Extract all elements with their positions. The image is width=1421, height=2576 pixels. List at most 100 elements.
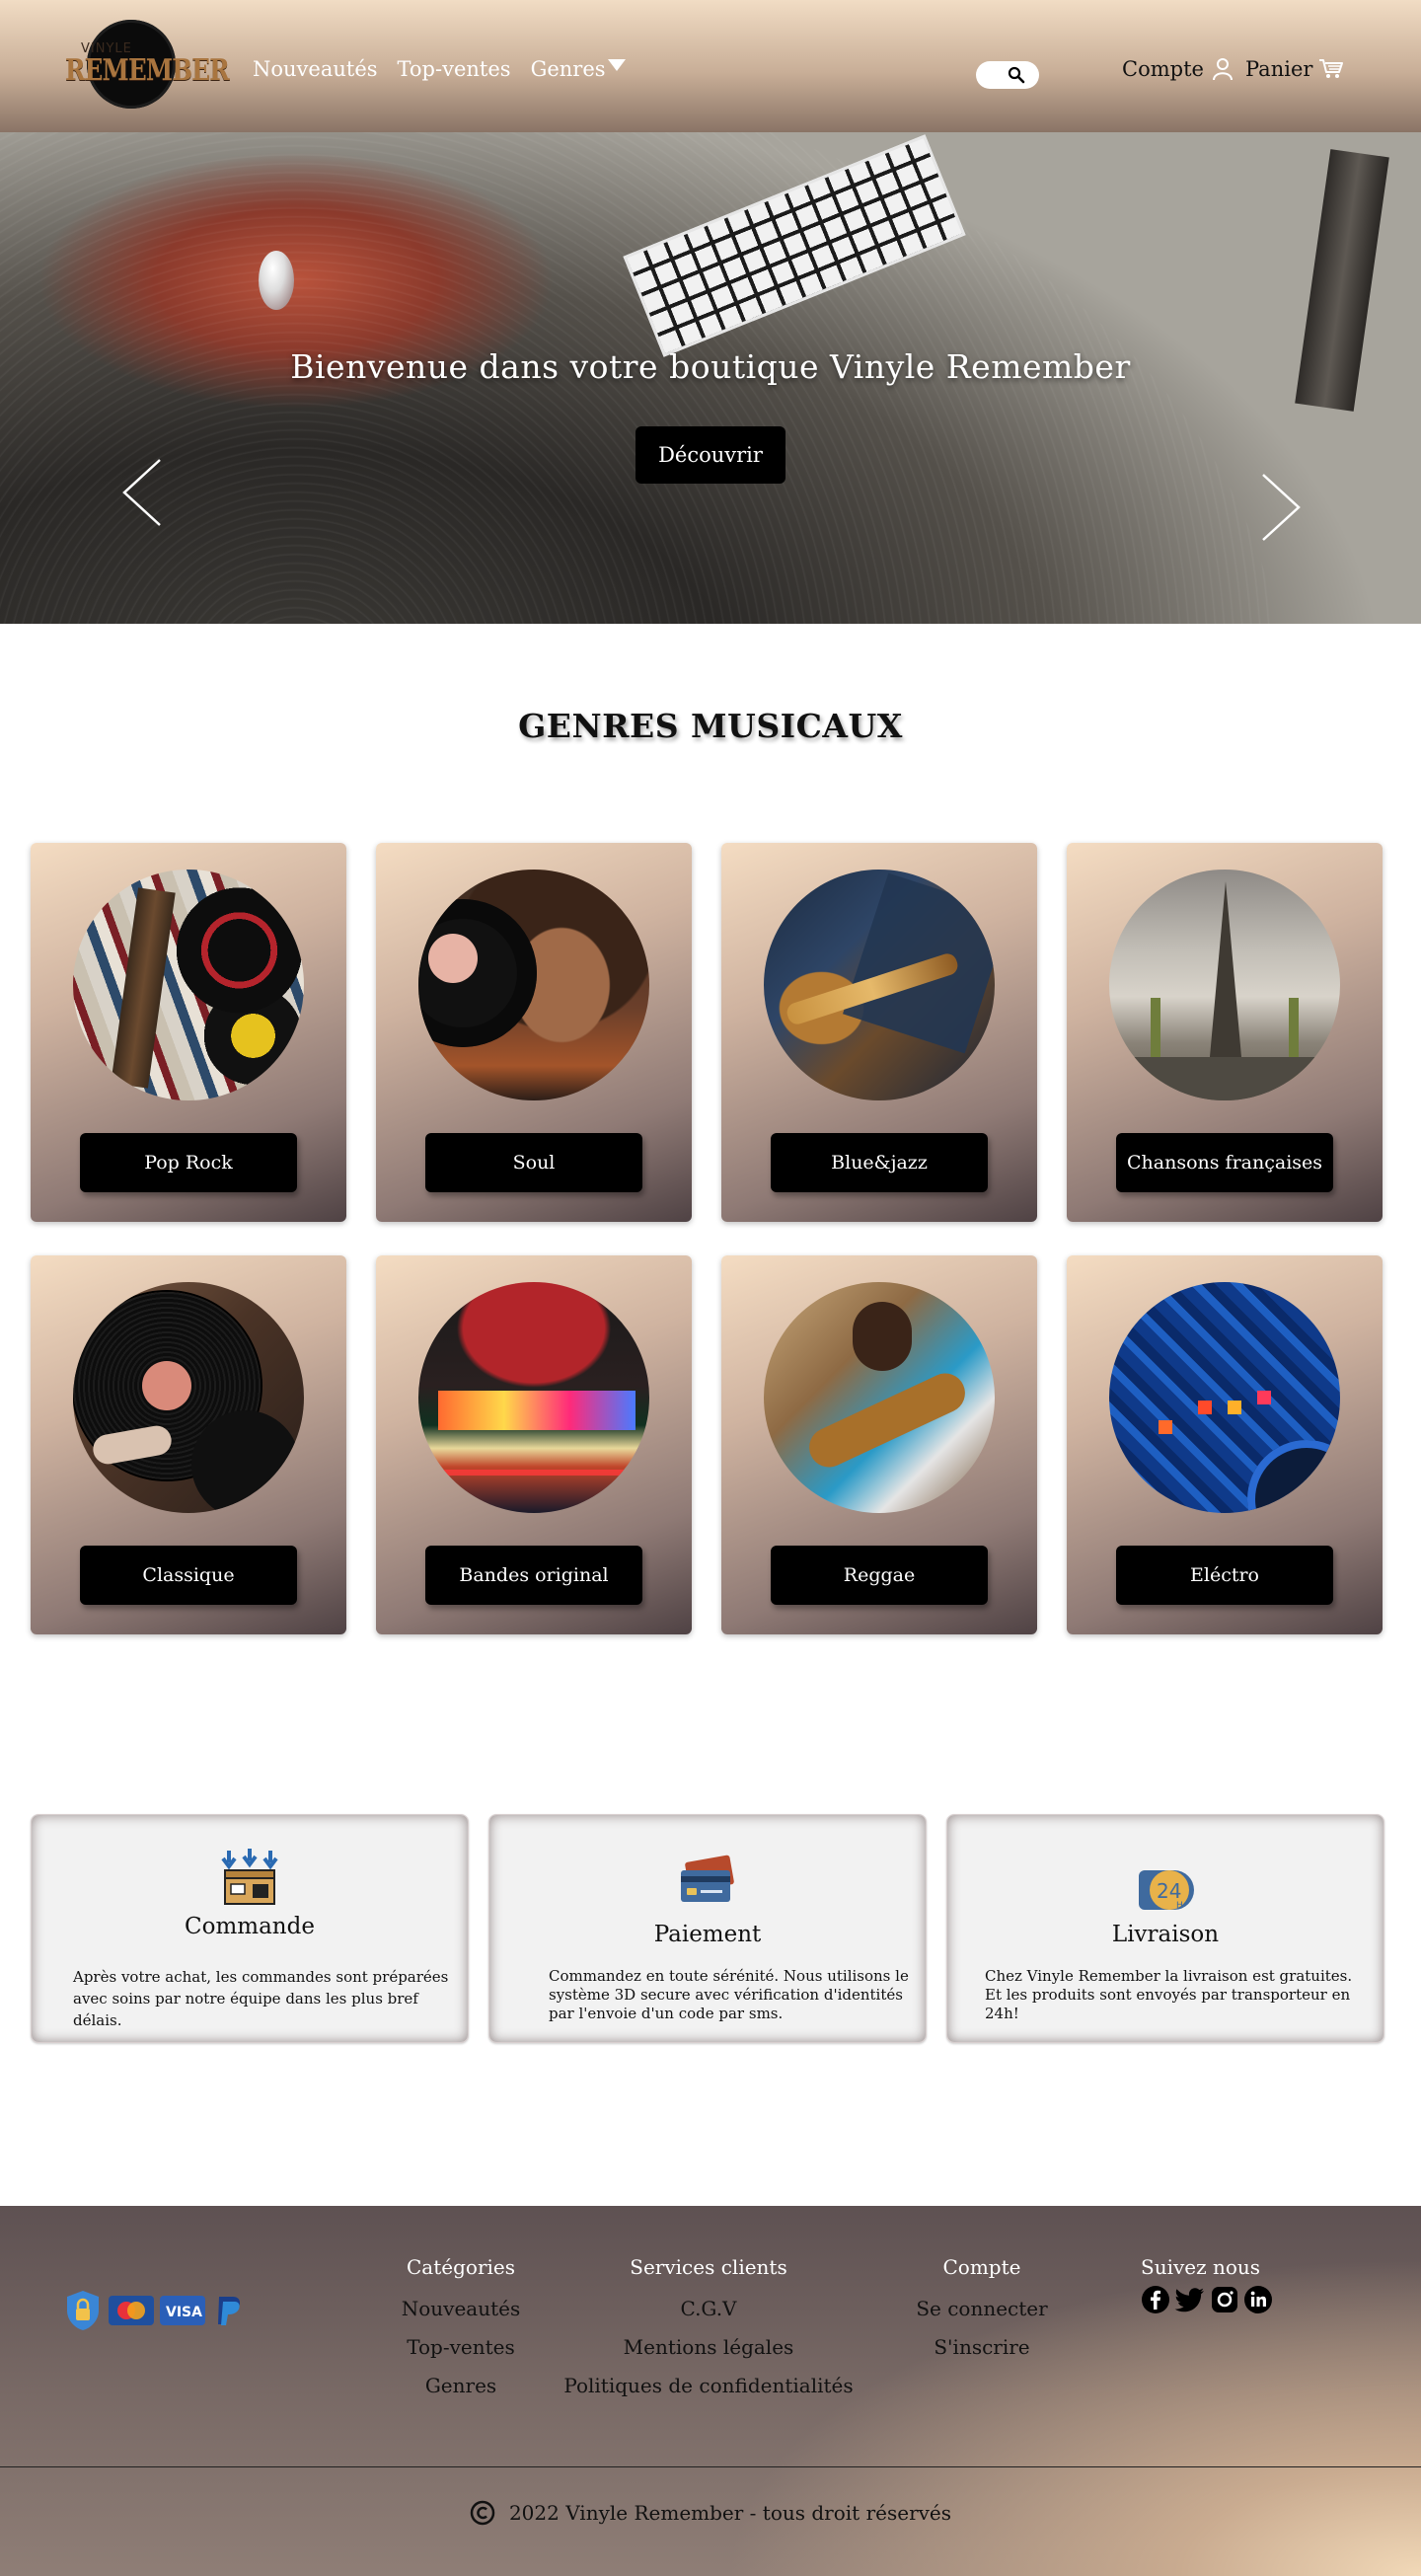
user-icon — [1212, 58, 1233, 81]
service-desc-commande: Après votre achat, les commandes sont pr… — [73, 1967, 468, 2031]
genre-button-soul[interactable]: Soul — [425, 1133, 642, 1192]
caret-down-icon — [607, 59, 626, 71]
footer-heading-services-clients: Services clients — [630, 2255, 787, 2279]
facebook-icon[interactable] — [1141, 2285, 1170, 2314]
hero-title: Bienvenue dans votre boutique Vinyle Rem… — [290, 347, 1131, 386]
service-desc-line: système 3D secure avec vérification d'id… — [549, 1985, 903, 2004]
service-title-livraison: Livraison — [1111, 1922, 1220, 1947]
genre-card-bandes-original[interactable]: Bandes original — [376, 1255, 692, 1634]
hero-record-spindle — [259, 251, 294, 310]
hero-banner: Bienvenue dans votre boutique Vinyle Rem… — [0, 132, 1421, 624]
genre-image-reggae — [764, 1282, 995, 1513]
genre-card-soul[interactable]: Soul — [376, 843, 692, 1222]
paypal-icon — [218, 2297, 241, 2325]
copyright-icon — [470, 2500, 495, 2526]
search-button[interactable] — [976, 61, 1039, 89]
footer-heading-compte: Compte — [942, 2255, 1021, 2279]
mastercard-icon — [109, 2296, 154, 2325]
footer-link-mentions-legales[interactable]: Mentions légales — [561, 2335, 857, 2359]
service-desc-line: Après votre achat, les commandes sont pr… — [73, 1968, 449, 1986]
genres-section-title: GENRES MUSICAUX — [518, 707, 903, 745]
service-title-commande: Commande — [185, 1914, 315, 1939]
genre-image-soul — [418, 870, 649, 1100]
nav-item-genres-label: Genres — [530, 57, 606, 81]
footer-heading-social: Suivez nous — [1141, 2255, 1261, 2279]
service-title-paiement: Paiement — [653, 1922, 762, 1947]
nav-item-genres[interactable]: Genres — [531, 57, 626, 81]
service-desc-line: avec soins par notre équipe dans les plu… — [73, 1989, 418, 2029]
cart-icon — [1319, 59, 1344, 78]
nav-item-nouveautes[interactable]: Nouveautés — [253, 57, 378, 81]
genre-card-classique[interactable]: Classique — [31, 1255, 346, 1634]
genre-button-pop-rock[interactable]: Pop Rock — [80, 1133, 297, 1192]
genre-card-pop-rock[interactable]: Pop Rock — [31, 843, 346, 1222]
site-footer: VISA Catégories Nouveautés Top-ventes Ge… — [0, 2206, 1421, 2576]
copyright-text: 2022 Vinyle Remember - tous droit réserv… — [508, 2501, 952, 2525]
genre-card-chansons-francaises[interactable]: Chansons françaises — [1067, 843, 1383, 1222]
service-desc-paiement: Commandez en toute sérénité. Nous utilis… — [549, 1967, 909, 2022]
footer-link-top-ventes[interactable]: Top-ventes — [382, 2335, 540, 2359]
footer-divider — [0, 2466, 1421, 2467]
chevron-left-icon[interactable] — [120, 458, 170, 527]
logo-main-text: REMEMBER — [65, 53, 230, 88]
credit-card-icon — [681, 1855, 734, 1902]
genre-image-chansons-francaises — [1109, 870, 1340, 1100]
site-header: VINYLE REMEMBER Nouveautés Top-ventes Ge… — [0, 0, 1421, 132]
service-desc-line: par l'envoie d'un code par sms. — [549, 2004, 784, 2022]
genre-image-electro — [1109, 1282, 1340, 1513]
secure-lock-icon — [67, 2291, 99, 2330]
twitter-icon[interactable] — [1174, 2285, 1206, 2314]
genre-button-classique[interactable]: Classique — [80, 1546, 297, 1605]
cart-label: Panier — [1245, 57, 1313, 81]
genre-card-reggae[interactable]: Reggae — [721, 1255, 1037, 1634]
service-desc-livraison: Chez Vinyle Remember la livraison est gr… — [985, 1967, 1384, 2022]
account-label: Compte — [1122, 57, 1204, 81]
genre-image-classique — [73, 1282, 304, 1513]
genre-button-chansons-francaises[interactable]: Chansons françaises — [1116, 1133, 1333, 1192]
genre-card-electro[interactable]: Eléctro — [1067, 1255, 1383, 1634]
service-card-livraison: 24 H Livraison Chez Vinyle Remember la l… — [946, 1814, 1384, 2043]
footer-column-categories: Catégories Nouveautés Top-ventes Genres — [382, 2255, 540, 2412]
discover-button[interactable]: Découvrir — [636, 426, 785, 484]
footer-link-confidentialite[interactable]: Politiques de confidentialités — [561, 2374, 857, 2397]
footer-column-compte: Compte Se connecter S'inscrire — [892, 2255, 1072, 2374]
service-desc-line: Commandez en toute sérénité. Nous utilis… — [549, 1967, 909, 1985]
search-icon — [1008, 66, 1025, 84]
footer-link-genres[interactable]: Genres — [382, 2374, 540, 2397]
service-card-paiement: Paiement Commandez en toute sérénité. No… — [488, 1814, 927, 2043]
service-card-commande: Commande Après votre achat, les commande… — [31, 1814, 469, 2043]
genre-card-blue-jazz[interactable]: Blue&jazz — [721, 843, 1037, 1222]
social-links — [1141, 2285, 1273, 2314]
service-desc-line: Chez Vinyle Remember la livraison est gr… — [985, 1967, 1353, 1985]
site-logo[interactable]: VINYLE REMEMBER — [61, 18, 230, 113]
nav-item-top-ventes[interactable]: Top-ventes — [398, 57, 511, 81]
account-link[interactable]: Compte — [1122, 57, 1234, 81]
service-desc-line: Et les produits sont envoyés par transpo… — [985, 1985, 1351, 2022]
copyright-bar: 2022 Vinyle Remember - tous droit réserv… — [0, 2500, 1421, 2526]
footer-link-se-connecter[interactable]: Se connecter — [892, 2297, 1072, 2320]
chevron-right-icon[interactable] — [1253, 473, 1303, 542]
genre-button-blue-jazz[interactable]: Blue&jazz — [771, 1133, 988, 1192]
instagram-icon[interactable] — [1210, 2285, 1239, 2314]
payment-methods: VISA — [63, 2289, 247, 2332]
genre-image-blue-jazz — [764, 870, 995, 1100]
svg-text:24: 24 — [1157, 1879, 1181, 1903]
visa-icon: VISA — [160, 2296, 205, 2325]
genre-button-reggae[interactable]: Reggae — [771, 1546, 988, 1605]
genre-image-bandes-original — [418, 1282, 649, 1513]
genre-button-electro[interactable]: Eléctro — [1116, 1546, 1333, 1605]
footer-heading-categories: Catégories — [407, 2255, 515, 2279]
footer-column-services-clients: Services clients C.G.V Mentions légales … — [561, 2255, 857, 2412]
genre-image-pop-rock — [73, 870, 304, 1100]
svg-text:VISA: VISA — [166, 2305, 202, 2320]
footer-link-nouveautes[interactable]: Nouveautés — [382, 2297, 540, 2320]
delivery-24h-icon: 24 H — [1139, 1870, 1194, 1911]
footer-link-inscrire[interactable]: S'inscrire — [892, 2335, 1072, 2359]
svg-text:H: H — [1176, 1901, 1183, 1911]
genre-button-bandes-original[interactable]: Bandes original — [425, 1546, 642, 1605]
cart-link[interactable]: Panier — [1245, 57, 1344, 81]
main-nav: Nouveautés Top-ventes Genres — [253, 57, 626, 81]
linkedin-icon[interactable] — [1243, 2285, 1273, 2314]
package-icon — [221, 1849, 278, 1905]
footer-link-cgv[interactable]: C.G.V — [561, 2297, 857, 2320]
